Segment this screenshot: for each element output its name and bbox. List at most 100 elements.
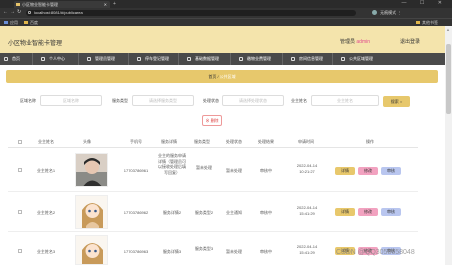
logout-link[interactable]: 退出登录 (400, 38, 420, 45)
owner-name-cell: 业主姓名1 (36, 168, 56, 173)
status-cell: 业主通知 (226, 210, 242, 215)
status-label: 处理状态 (203, 98, 219, 103)
nav-label: 个人中心 (49, 56, 65, 61)
nav-label: 缴物业费管理 (247, 56, 271, 61)
column-header: 手机号 (130, 139, 142, 144)
status-select[interactable]: 请选择处理状态 (222, 95, 284, 106)
user-role-label: 管理员 (340, 39, 356, 45)
url-field[interactable]: localhost:8081/#/publicarea (26, 10, 356, 16)
row-checkbox[interactable] (18, 249, 22, 253)
avatar (372, 10, 377, 16)
apply-time-cell: 2022-04-14 10:21:27 (296, 163, 318, 174)
table-row: 业主姓名2 17703786962 服务详情2 服务类型2 业主通知 审核中 2… (8, 192, 418, 232)
nav-label: 首页 (12, 56, 20, 61)
new-tab-button[interactable]: + (113, 1, 116, 7)
audit-button[interactable]: 审核 (381, 167, 401, 175)
database-icon (187, 56, 191, 61)
search-icon: ○ (399, 99, 403, 104)
select-all-checkbox[interactable] (18, 140, 22, 144)
nav-item-parking[interactable]: 停车登记管理 (129, 53, 179, 65)
column-header: 服务详情 (161, 139, 177, 144)
nav-label: 管理员管理 (95, 56, 115, 61)
bookmark-label: 百度 (30, 20, 38, 25)
browser-tab[interactable]: 小区物业智能卡管理 ✕ (14, 1, 110, 8)
nav-label: 公共区域管理 (349, 56, 373, 61)
service-detail-cell: 服务详情3 (162, 249, 182, 254)
watermark: CSDN @QQ3058658048 (336, 249, 415, 256)
batch-delete-button[interactable]: ⊗ 删除 (202, 115, 222, 126)
reload-icon[interactable]: ↻ (17, 9, 21, 15)
forward-icon[interactable]: → (10, 9, 15, 15)
apply-time-cell: 2022-04-14 15:41:29 (296, 244, 318, 255)
owner-name-input[interactable]: 业主姓名 (311, 95, 379, 106)
user-icon (41, 56, 45, 61)
table-header: 业主姓名 头像 手机号 服务详情 服务类型 处理状态 处理结果 申请时间 操作 (8, 136, 418, 148)
nav-item-public-area[interactable]: 公共区域管理 (333, 53, 385, 65)
avatar-photo (75, 235, 108, 265)
apps-icon (4, 21, 8, 25)
fee-icon (239, 56, 243, 61)
profile-button[interactable]: 无痕模式 ⋮ (372, 10, 401, 16)
result-cell: 审核中 (260, 249, 272, 254)
apply-time-cell: 2022-04-14 15:41:29 (296, 205, 318, 216)
url-text: localhost:8081/#/publicarea (34, 10, 83, 15)
nav-item-rooms[interactable]: 房间信息管理 (283, 53, 333, 65)
edit-button[interactable]: 修改 (358, 208, 378, 216)
scrollbar-thumb[interactable] (446, 44, 451, 114)
site-info-icon[interactable] (28, 11, 31, 14)
scroll-up-icon[interactable]: ▲ (446, 27, 450, 32)
folder-icon (416, 21, 420, 25)
car-icon (137, 56, 141, 61)
service-detail-cell: 业主的服务申请详情（管理员可以接收处理后填写回复） (158, 153, 186, 175)
browser-tab-bar: 小区物业智能卡管理 ✕ + — ☐ ✕ (0, 0, 452, 8)
profile-label: 无痕模式 (380, 10, 397, 15)
nav-item-base-data[interactable]: 基础数据管理 (179, 53, 231, 65)
column-header: 头像 (83, 139, 91, 144)
window-controls[interactable]: — ☐ ✕ (402, 0, 448, 6)
delete-icon: ⊗ (205, 118, 210, 123)
table-row: 业主姓名1 17703786961 业主的服务申请详情（管理员可以接收处理后填写… (8, 148, 418, 192)
person-photo-icon (76, 154, 107, 186)
service-type-select[interactable]: 请选择服务类型 (132, 95, 194, 106)
anime-girl-icon (76, 236, 107, 264)
service-type-cell: 服务类型3 (194, 246, 214, 251)
nav-label: 基础数据管理 (195, 56, 219, 61)
avatar-photo (75, 195, 108, 229)
area-name-input[interactable]: 区域名称 (40, 95, 102, 106)
page-scrollbar[interactable]: ▲ (445, 26, 452, 265)
detail-button[interactable]: 详情 (335, 167, 355, 175)
nav-item-admins[interactable]: 管理员管理 (79, 53, 129, 65)
other-bookmarks-label: 其他书签 (422, 20, 438, 25)
service-type-label: 服务类型 (112, 98, 128, 103)
folder-icon (24, 21, 28, 25)
tab-close-icon[interactable]: ✕ (104, 1, 107, 8)
menu-icon[interactable]: ⋮ (397, 10, 401, 15)
nav-item-property-fee[interactable]: 缴物业费管理 (231, 53, 283, 65)
service-type-cell: 服务类型2 (194, 210, 214, 215)
main-nav: 首页 个人中心 管理员管理 停车登记管理 基础数据管理 缴物业费管理 房间信息管… (0, 53, 445, 65)
avatar-photo (75, 153, 108, 187)
row-checkbox[interactable] (18, 168, 22, 172)
user-name: admin (356, 39, 371, 45)
phone-cell: 17703786961 (123, 168, 149, 173)
nav-item-profile[interactable]: 个人中心 (33, 53, 79, 65)
row-checkbox[interactable] (18, 210, 22, 214)
detail-button[interactable]: 详情 (335, 208, 355, 216)
owner-name-label: 业主姓名 (291, 98, 307, 103)
address-bar-row: ← → ↻ localhost:8081/#/publicarea 无痕模式 ⋮ (0, 8, 452, 18)
column-header: 申请时间 (298, 139, 314, 144)
room-icon (291, 56, 295, 61)
audit-button[interactable]: 审核 (381, 208, 401, 216)
column-header: 处理状态 (226, 139, 242, 144)
breadcrumb-current: 公共区域 (219, 74, 236, 79)
search-button-label: 搜索 (390, 99, 399, 104)
result-cell: 审核中 (260, 168, 272, 173)
owner-name-cell: 业主姓名2 (36, 210, 56, 215)
nav-item-home[interactable]: 首页 (0, 53, 33, 65)
bookmarks-bar: 应用 百度 其他书签 (0, 18, 452, 26)
edit-button[interactable]: 修改 (358, 167, 378, 175)
search-button[interactable]: 搜索 ○ (383, 96, 410, 107)
delete-button-label: 删除 (210, 118, 219, 123)
back-icon[interactable]: ← (3, 9, 8, 15)
status-cell: 暂未处理 (226, 168, 242, 173)
